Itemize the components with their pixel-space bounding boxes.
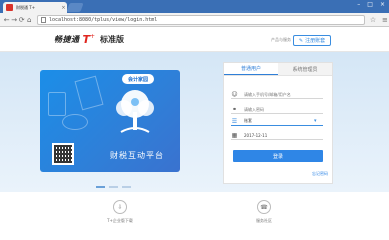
forgot-password-link[interactable]: 忘记密码 [312,171,328,177]
footer-download[interactable]: ⇩ T+企业版下载 [90,200,150,224]
browser-toolbar: ← → ⟳ ⌂ localhost:8080/tplus/view/login.… [0,13,389,27]
accounting-home-badge: 会计家园 [122,74,154,84]
bookmark-star-icon[interactable]: ☆ [369,16,377,24]
tab-title: 财税通 T+ [16,4,36,10]
login-tabs: 普通用户 系统管理员 [224,63,332,76]
edit-icon: ✎ [298,37,304,44]
calendar-icon: ▦ [231,131,238,139]
tab-regular-user[interactable]: 普通用户 [224,63,278,75]
phone-outline-icon [48,92,66,116]
window-controls: – □ × [357,1,385,9]
promo-banner[interactable]: 会计家园 财税互动平台 [40,70,180,172]
browser-menu-icon[interactable]: ≡ [381,16,389,24]
key-icon: ⚭ [231,105,238,113]
login-card: 普通用户 系统管理员 ☺ ⚭ ☰ 账套 ▾ ▦ 2017-12-11 登录 忘记… [223,62,333,184]
logo-t-mark: T [82,32,91,46]
carousel-indicators [96,186,131,188]
page-icon [40,16,46,23]
reload-icon[interactable]: ⟳ [18,16,25,24]
username-field: ☺ [231,90,323,99]
new-tab-button[interactable] [66,3,84,12]
date-value: 2017-12-11 [244,132,268,138]
login-button[interactable]: 登录 [233,150,323,162]
footer-support[interactable]: ☎ 服务社区 [234,200,294,224]
tab-system-admin[interactable]: 系统管理员 [278,63,332,75]
carousel-dot[interactable] [109,186,118,188]
support-icon: ☎ [257,200,271,214]
footer-support-label: 服务社区 [256,218,272,223]
username-input[interactable] [244,91,314,97]
password-input[interactable] [244,106,314,112]
browser-titlebar: 财税通 T+ × – □ × [0,0,389,13]
tree-illustration-icon [116,90,154,133]
address-bar[interactable]: localhost:8080/tplus/view/login.html [36,14,365,25]
logo-plus-mark: + [90,33,96,40]
password-field: ⚭ [231,105,323,114]
site-header: 畅捷通 T + 标准版 产品与服务 ✎ 注册账套 [0,28,389,52]
back-icon[interactable]: ← [3,16,10,24]
register-account-label: 注册账套 [305,38,326,44]
products-services-link[interactable]: 产品与服务 [271,37,291,43]
chevron-down-icon: ▾ [314,118,317,124]
footer-download-label: T+企业版下载 [107,218,133,223]
home-icon[interactable]: ⌂ [25,16,32,24]
carousel-dot[interactable] [122,186,131,188]
device-outline-icon [74,75,104,111]
account-select-value: 账套 [244,118,252,123]
url-text: localhost:8080/tplus/view/login.html [48,16,158,23]
date-field[interactable]: ▦ 2017-12-11 [231,131,323,140]
close-window-icon[interactable]: × [380,1,385,9]
maximize-icon[interactable]: □ [367,1,373,9]
minimize-icon[interactable]: – [357,1,360,9]
download-icon: ⇩ [113,200,127,214]
qr-code [52,143,74,165]
list-icon: ☰ [231,117,238,125]
logo-brand-name: 畅捷通 [54,35,80,44]
logo-edition: 标准版 [100,35,125,44]
browser-tab[interactable]: 财税通 T+ × [3,2,67,13]
account-select[interactable]: ☰ 账套 ▾ [231,117,323,126]
carousel-dot[interactable] [96,186,105,188]
user-icon: ☺ [231,90,238,98]
banner-caption: 财税互动平台 [110,151,164,160]
forward-icon[interactable]: → [10,16,17,24]
brand-logo[interactable]: 畅捷通 T + 标准版 [54,32,125,46]
cloud-outline-icon [62,114,88,130]
tab-favicon-icon [6,4,13,11]
register-account-button[interactable]: ✎ 注册账套 [293,35,331,46]
